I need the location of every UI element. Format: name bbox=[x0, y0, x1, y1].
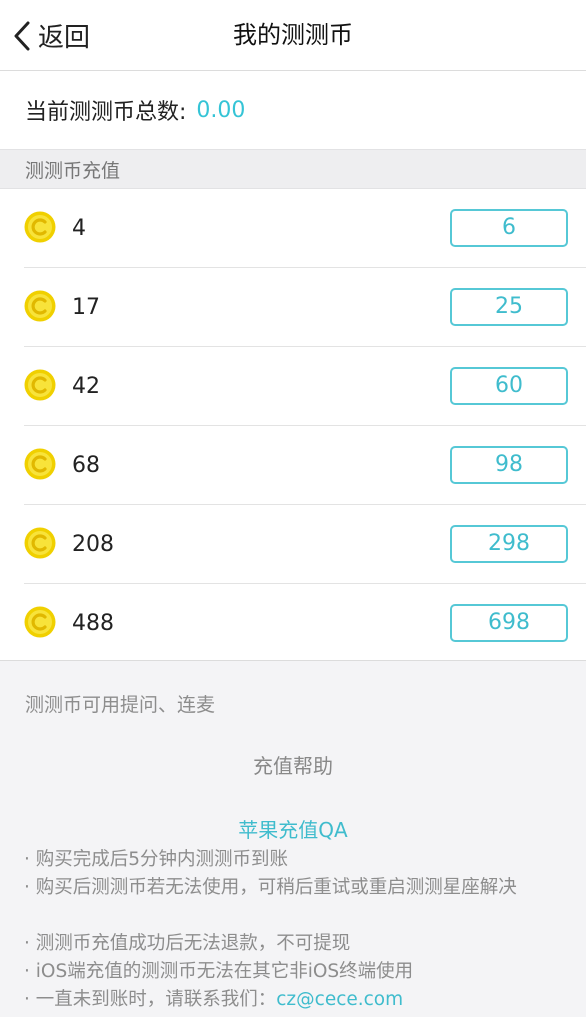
recharge-section-header: 测测币充值 bbox=[0, 149, 586, 189]
package-row: 42 60 bbox=[0, 347, 586, 426]
back-button[interactable]: 返回 bbox=[12, 0, 90, 71]
coin-icon bbox=[24, 527, 56, 559]
coin-icon bbox=[24, 369, 56, 401]
navigation-bar: 返回 我的测测币 bbox=[0, 0, 586, 71]
usage-note: 测测币可用提问、连麦 bbox=[25, 694, 216, 716]
balance-label: 当前测测币总数: bbox=[25, 100, 187, 125]
package-coin-amount: 68 bbox=[72, 453, 100, 478]
package-coin-amount: 42 bbox=[72, 374, 100, 399]
faq-item: · 购买完成后5分钟内测测币到账 bbox=[24, 849, 289, 870]
package-coin-amount: 17 bbox=[72, 295, 100, 320]
faq-item: · 测测币充值成功后无法退款，不可提现 bbox=[24, 933, 351, 954]
balance-value: 0.00 bbox=[196, 97, 246, 123]
chevron-left-icon bbox=[14, 21, 30, 50]
price-button[interactable]: 25 bbox=[450, 288, 568, 326]
package-coin-amount: 488 bbox=[72, 611, 114, 636]
coin-icon bbox=[24, 290, 56, 322]
package-row: 68 98 bbox=[0, 426, 586, 505]
section-title: 测测币充值 bbox=[25, 159, 121, 182]
coin-icon bbox=[24, 448, 56, 480]
coin-icon bbox=[24, 211, 56, 243]
package-row: 17 25 bbox=[0, 268, 586, 347]
price-button[interactable]: 298 bbox=[450, 525, 568, 563]
coin-icon bbox=[24, 606, 56, 638]
package-row: 488 698 bbox=[0, 584, 586, 663]
faq-item: · 购买后测测币若无法使用，可稍后重试或重启测测星座解决 bbox=[24, 877, 517, 898]
price-button[interactable]: 698 bbox=[450, 604, 568, 642]
contact-email-link[interactable]: cz@cece.com bbox=[276, 989, 403, 1010]
package-coin-amount: 4 bbox=[72, 216, 86, 241]
price-button[interactable]: 60 bbox=[450, 367, 568, 405]
faq-item: · iOS端充值的测测币无法在其它非iOS终端使用 bbox=[24, 961, 414, 982]
contact-text: · 一直未到账时，请联系我们： bbox=[24, 989, 277, 1010]
price-button[interactable]: 6 bbox=[450, 209, 568, 247]
package-list: 4 6 17 25 42 60 68 98 208 298 488 698 bbox=[0, 189, 586, 661]
package-row: 208 298 bbox=[0, 505, 586, 584]
balance-row: 当前测测币总数: 0.00 bbox=[0, 71, 586, 149]
package-row: 4 6 bbox=[0, 189, 586, 268]
faq-item-contact: · 一直未到账时，请联系我们：cz@cece.com bbox=[24, 986, 569, 1014]
price-button[interactable]: 98 bbox=[450, 446, 568, 484]
help-title: 充值帮助 bbox=[253, 754, 333, 778]
package-coin-amount: 208 bbox=[72, 532, 114, 557]
apple-qa-link[interactable]: 苹果充值QA bbox=[0, 814, 586, 843]
back-label: 返回 bbox=[38, 23, 91, 53]
